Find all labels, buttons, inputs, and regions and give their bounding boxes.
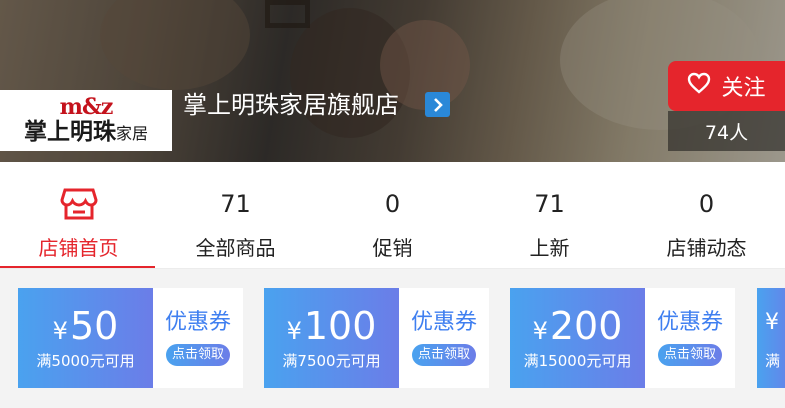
tab-label: 上新 <box>529 236 570 260</box>
chevron-right-icon[interactable] <box>425 92 450 117</box>
logo-sub-text: 家居 <box>115 123 148 143</box>
coupon-condition: 满5000元可用 <box>36 352 135 370</box>
coupon-title: 优惠券 <box>410 310 477 335</box>
follow-label: 关注 <box>721 76 766 101</box>
logo-wordmark: 掌上明珠 家居 <box>24 119 148 147</box>
shop-name[interactable]: 掌上明珠家居旗舰店 <box>183 89 399 121</box>
coupon-card[interactable]: ¥100 满7500元可用 优惠券 点击领取 <box>264 288 489 388</box>
tab-promotions[interactable]: 0 促销 <box>314 162 471 268</box>
coupon-value-panel: ¥100 满7500元可用 <box>264 288 399 388</box>
coupon-amount: ¥100 <box>286 304 377 348</box>
coupon-amount: ¥200 <box>532 304 623 348</box>
tab-count: 71 <box>534 190 565 218</box>
coupon-condition: 满15000元可用 <box>523 352 632 370</box>
tab-label: 店铺首页 <box>38 236 119 260</box>
tab-label: 店铺动态 <box>666 236 747 260</box>
tab-all-products[interactable]: 71 全部商品 <box>157 162 314 268</box>
claim-coupon-button[interactable]: 点击领取 <box>657 344 722 366</box>
coupon-amount: ¥ <box>765 310 779 335</box>
coupon-card[interactable]: ¥200 满15000元可用 优惠券 点击领取 <box>510 288 735 388</box>
tab-shop-home[interactable]: 店铺首页 <box>0 162 157 268</box>
coupon-card[interactable]: ¥50 满5000元可用 优惠券 点击领取 <box>18 288 243 388</box>
coupon-condition: 满 <box>765 352 781 370</box>
tab-count: 0 <box>698 190 715 218</box>
coupon-action-panel: 优惠券 点击领取 <box>153 288 243 388</box>
tab-label: 全部商品 <box>195 236 276 260</box>
coupon-value-panel: ¥50 满5000元可用 <box>18 288 153 388</box>
follower-count: 74人 <box>668 111 785 151</box>
coupon-amount: ¥50 <box>52 304 119 348</box>
claim-coupon-button[interactable]: 点击领取 <box>165 344 230 366</box>
tab-count: 71 <box>220 190 251 218</box>
storefront-icon <box>59 186 99 226</box>
shop-tabs: 店铺首页 71 全部商品 0 促销 71 上新 0 店铺动态 <box>0 162 785 268</box>
coupon-action-panel: 优惠券 点击领取 <box>645 288 735 388</box>
coupon-title: 优惠券 <box>656 310 723 335</box>
follow-button[interactable]: 关注 <box>668 61 785 111</box>
coupon-strip[interactable]: ¥50 满5000元可用 优惠券 点击领取 ¥100 满7500元可用 优惠券 … <box>0 269 785 408</box>
coupon-value-panel: ¥200 满15000元可用 <box>510 288 645 388</box>
coupon-condition: 满7500元可用 <box>282 352 381 370</box>
coupon-card-partial[interactable]: ¥ 满 <box>757 288 785 388</box>
tab-new-arrivals[interactable]: 71 上新 <box>471 162 628 268</box>
claim-coupon-button[interactable]: 点击领取 <box>411 344 476 366</box>
logo-main-text: 掌上明珠 <box>23 118 116 145</box>
coupon-title: 优惠券 <box>164 310 231 335</box>
shop-logo[interactable]: m&z 掌上明珠 家居 <box>0 90 172 151</box>
heart-outline-icon <box>687 72 711 100</box>
tab-count: 0 <box>384 190 401 218</box>
tab-shop-updates[interactable]: 0 店铺动态 <box>628 162 785 268</box>
tab-label: 促销 <box>372 236 413 260</box>
shop-header-banner: m&z 掌上明珠 家居 掌上明珠家居旗舰店 关注 74人 <box>0 0 785 162</box>
coupon-action-panel: 优惠券 点击领取 <box>399 288 489 388</box>
logo-mark: m&z <box>59 93 114 120</box>
